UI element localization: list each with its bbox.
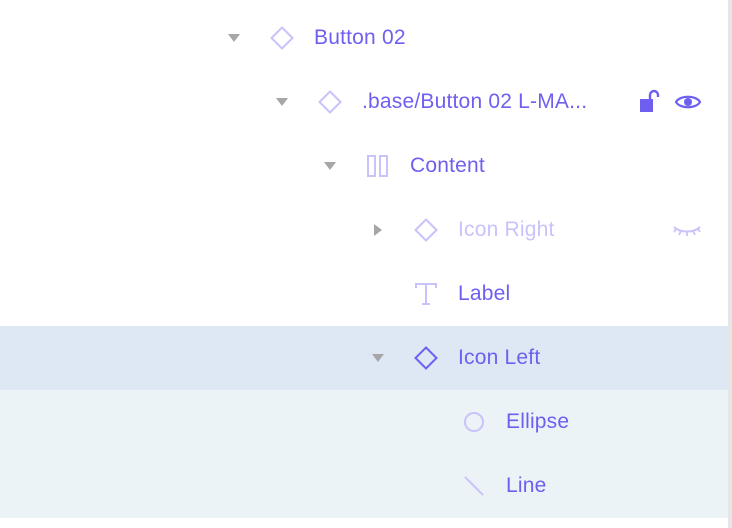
expand-caret-down-icon[interactable]	[276, 98, 288, 106]
layer-row-icon-right[interactable]: Icon Right	[0, 198, 728, 262]
layer-name: Line	[506, 474, 547, 497]
diamond-icon	[318, 90, 342, 114]
layer-name: Label	[458, 282, 511, 305]
layer-row-icon-left[interactable]: Icon Left	[0, 326, 728, 390]
layer-name: .base/Button 02 L-MA...	[362, 90, 588, 113]
layer-name: Icon Right	[458, 218, 555, 241]
layer-row-content[interactable]: Content	[0, 134, 728, 198]
layer-row-line[interactable]: Line	[0, 454, 728, 518]
expand-caret-down-icon[interactable]	[228, 34, 240, 42]
layer-name: Button 02	[314, 26, 406, 49]
auto-layout-icon	[366, 154, 390, 178]
layer-row-base-button[interactable]: .base/Button 02 L-MA...	[0, 70, 728, 134]
layers-panel: Button 02 .base/Button 02 L-MA... Conten…	[0, 6, 728, 518]
ellipse-icon	[462, 410, 486, 434]
eye-closed-icon[interactable]	[672, 216, 702, 244]
expand-caret-down-icon[interactable]	[372, 354, 384, 362]
layer-row-label[interactable]: Label	[0, 262, 728, 326]
layer-name: Content	[410, 154, 485, 177]
unlock-icon[interactable]	[638, 88, 662, 116]
diamond-icon	[270, 26, 294, 50]
expand-caret-down-icon[interactable]	[324, 162, 336, 170]
layer-row-button-02[interactable]: Button 02	[0, 6, 728, 70]
layer-name: Icon Left	[458, 346, 541, 369]
diamond-icon	[414, 346, 438, 370]
diamond-icon	[414, 218, 438, 242]
eye-icon[interactable]	[674, 88, 702, 116]
line-icon	[462, 474, 486, 498]
expand-caret-right-icon[interactable]	[374, 224, 382, 236]
layer-row-ellipse[interactable]: Ellipse	[0, 390, 728, 454]
scrollbar[interactable]	[728, 0, 732, 528]
text-icon	[414, 282, 438, 306]
layer-name: Ellipse	[506, 410, 570, 433]
